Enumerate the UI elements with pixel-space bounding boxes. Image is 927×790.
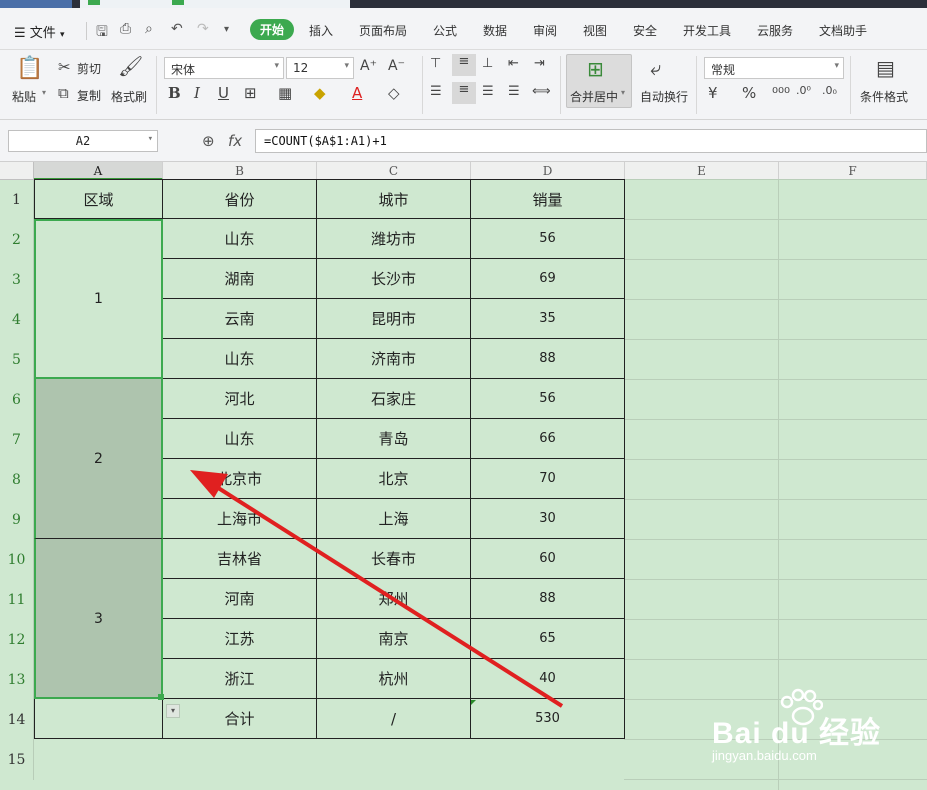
- watermark-brand: Bai du 经验: [712, 717, 882, 750]
- watermark-url: jingyan.baidu.com: [712, 748, 817, 763]
- arrow-head: [190, 470, 228, 498]
- arrow-shaft: [210, 482, 564, 708]
- baidu-watermark: Bai du 经验 jingyan.baidu.com: [712, 688, 912, 770]
- annotation-arrow: [190, 470, 564, 708]
